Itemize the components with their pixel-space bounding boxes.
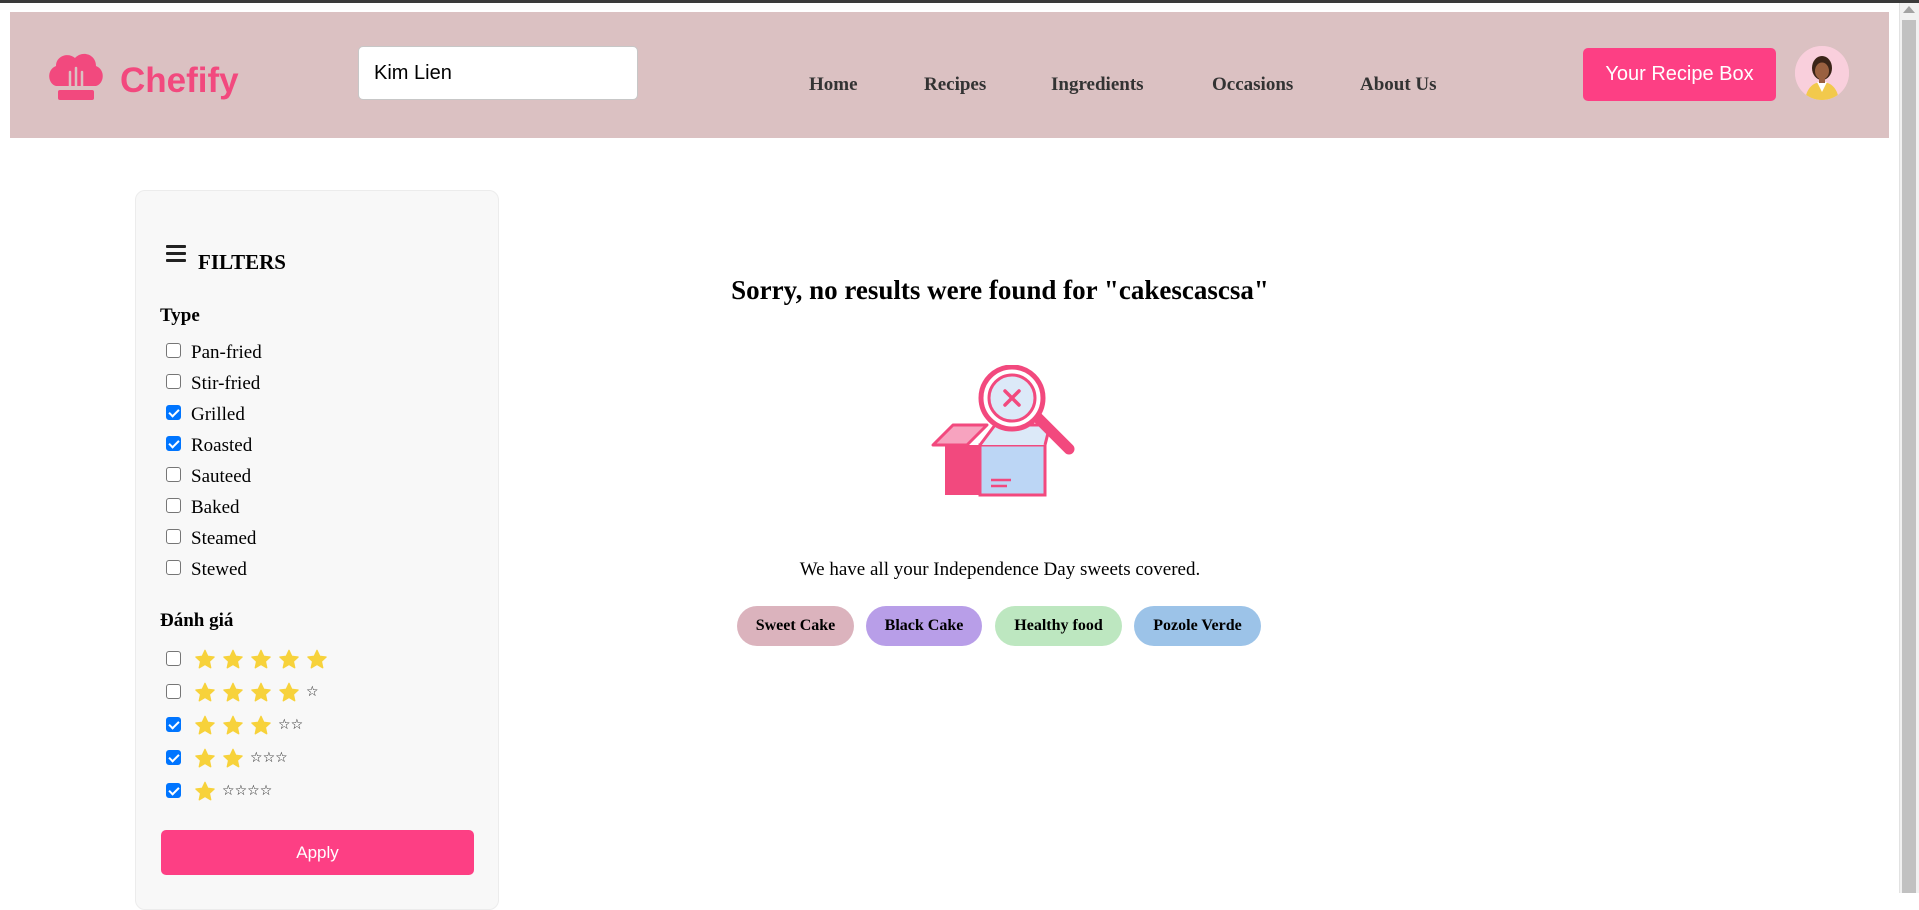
star-filled-icon bbox=[278, 649, 300, 669]
type-checkbox-roasted[interactable] bbox=[166, 436, 181, 451]
star-filled-icon bbox=[194, 715, 216, 735]
type-label-baked: Baked bbox=[191, 497, 240, 518]
top-header: Chefify Home Recipes Ingredients Occasio… bbox=[10, 12, 1889, 138]
star-filled-icon bbox=[278, 682, 300, 702]
type-checkbox-sauteed[interactable] bbox=[166, 467, 181, 482]
type-label-stewed: Stewed bbox=[191, 559, 247, 580]
star-filled-icon bbox=[250, 715, 272, 735]
results-subtext: We have all your Independence Day sweets… bbox=[799, 559, 1201, 580]
type-label-roasted: Roasted bbox=[191, 435, 253, 456]
scroll-up-arrow-icon[interactable] bbox=[1903, 6, 1915, 13]
avatar[interactable] bbox=[1795, 46, 1849, 100]
rating-checkbox-2[interactable] bbox=[166, 750, 181, 765]
type-label-stir-fried: Stir-fried bbox=[191, 373, 261, 394]
brand-name[interactable]: Chefify bbox=[120, 63, 239, 98]
chip-black-cake[interactable]: Black Cake bbox=[866, 606, 982, 646]
apply-button[interactable]: Apply bbox=[161, 830, 474, 875]
type-label-sauteed: Sauteed bbox=[191, 466, 252, 487]
type-section-title: Type bbox=[160, 305, 200, 326]
star-filled-icon bbox=[222, 649, 244, 669]
star-empty-icon: ☆ bbox=[234, 783, 248, 799]
no-results-message: Sorry, no results were found for "cakesc… bbox=[731, 275, 1269, 305]
no-results-box-icon bbox=[931, 365, 1075, 497]
type-checkbox-baked[interactable] bbox=[166, 498, 181, 513]
nav-about-us[interactable]: About Us bbox=[1360, 75, 1437, 94]
star-empty-icon: ☆ bbox=[275, 750, 288, 766]
chip-sweet-cake[interactable]: Sweet Cake bbox=[737, 606, 854, 646]
type-checkbox-stewed[interactable] bbox=[166, 560, 181, 575]
filters-title: FILTERS bbox=[198, 250, 286, 274]
filter-panel bbox=[135, 190, 499, 910]
chip-healthy-food[interactable]: Healthy food bbox=[995, 606, 1122, 646]
rating-checkbox-3[interactable] bbox=[166, 717, 181, 732]
star-filled-icon bbox=[250, 649, 272, 669]
rating-checkbox-1[interactable] bbox=[166, 783, 181, 798]
star-empty-icon: ☆ bbox=[306, 684, 319, 700]
type-label-pan-fried: Pan-fried bbox=[191, 342, 262, 363]
search-input[interactable] bbox=[358, 46, 638, 100]
nav-ingredients[interactable]: Ingredients bbox=[1051, 75, 1144, 94]
star-filled-icon bbox=[194, 748, 216, 768]
nav-home[interactable]: Home bbox=[809, 75, 858, 94]
star-filled-icon bbox=[306, 649, 328, 669]
chef-hat-icon bbox=[49, 53, 103, 100]
nav-recipes[interactable]: Recipes bbox=[924, 75, 986, 94]
rating-stars-4: ☆ bbox=[194, 681, 319, 703]
rating-stars-1: ☆ ☆ ☆ ☆ bbox=[194, 780, 272, 802]
star-empty-icon: ☆ bbox=[290, 717, 304, 733]
menu-icon[interactable] bbox=[166, 245, 186, 263]
chip-pozole-verde[interactable]: Pozole Verde bbox=[1134, 606, 1261, 646]
type-label-grilled: Grilled bbox=[191, 404, 245, 425]
star-filled-icon bbox=[194, 649, 216, 669]
scrollbar-thumb[interactable] bbox=[1902, 20, 1916, 893]
type-checkbox-steamed[interactable] bbox=[166, 529, 181, 544]
type-label-steamed: Steamed bbox=[191, 528, 257, 549]
star-empty-icon: ☆ bbox=[247, 783, 260, 799]
avatar-image bbox=[1795, 46, 1849, 100]
type-checkbox-grilled[interactable] bbox=[166, 405, 181, 420]
rating-stars-3: ☆ ☆ bbox=[194, 714, 303, 736]
type-checkbox-pan-fried[interactable] bbox=[166, 343, 181, 358]
star-empty-icon: ☆ bbox=[278, 717, 291, 733]
rating-checkbox-5[interactable] bbox=[166, 651, 181, 666]
rating-checkbox-4[interactable] bbox=[166, 684, 181, 699]
rating-section-title: Đánh giá bbox=[160, 610, 234, 631]
star-filled-icon bbox=[222, 715, 244, 735]
window-top-strip bbox=[0, 0, 1919, 3]
star-empty-icon: ☆ bbox=[259, 783, 273, 799]
star-filled-icon bbox=[250, 682, 272, 702]
type-checkbox-stir-fried[interactable] bbox=[166, 374, 181, 389]
star-empty-icon: ☆ bbox=[250, 750, 263, 766]
star-filled-icon bbox=[222, 682, 244, 702]
star-filled-icon bbox=[222, 748, 244, 768]
nav-occasions[interactable]: Occasions bbox=[1212, 75, 1293, 94]
star-filled-icon bbox=[194, 682, 216, 702]
star-empty-icon: ☆ bbox=[222, 783, 235, 799]
star-filled-icon bbox=[194, 781, 216, 801]
rating-stars-2: ☆ ☆ ☆ bbox=[194, 747, 288, 769]
star-empty-icon: ☆ bbox=[262, 750, 276, 766]
recipe-box-button[interactable]: Your Recipe Box bbox=[1583, 48, 1776, 101]
rating-stars-5 bbox=[194, 648, 334, 670]
